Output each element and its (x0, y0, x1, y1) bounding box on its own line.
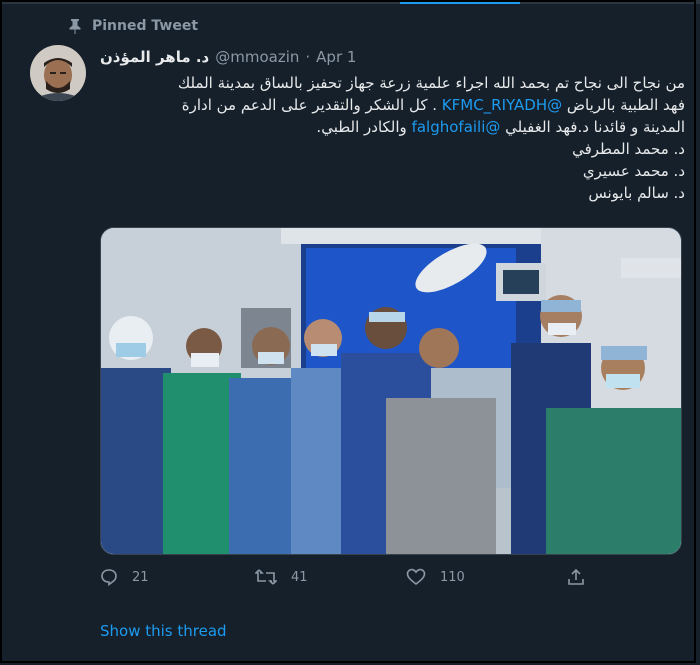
retweet-button[interactable]: 41 (255, 568, 308, 586)
tweet-text-fragment: . كل الشكر والتقدير على الدعم من ادارة (181, 96, 442, 114)
like-icon (406, 568, 426, 586)
user-handle[interactable]: @mmoazin (215, 48, 299, 66)
retweet-icon (255, 568, 277, 586)
reply-button[interactable]: 21 (100, 568, 149, 586)
reply-count: 21 (132, 569, 149, 585)
tweet-line: فهد الطبية بالرياض @KFMC_RIYADH . كل الش… (100, 94, 685, 116)
pin-icon (68, 18, 82, 34)
retweet-count: 41 (291, 569, 308, 585)
share-button[interactable] (566, 568, 586, 586)
tweet-text-fragment: والكادر الطبي. (316, 118, 412, 136)
separator-dot: · (305, 48, 311, 66)
like-button[interactable]: 110 (406, 568, 465, 586)
mention-falghofaili[interactable]: @falghofaili (412, 118, 501, 136)
tweet-line: المدينة و قائدنا د.فهد الغفيلي @falghofa… (100, 116, 685, 138)
tweet-text: من نجاح الى نجاح تم بحمد الله اجراء علمي… (100, 72, 685, 204)
tweet-text-fragment: فهد الطبية بالرياض (562, 96, 685, 114)
tweet-date[interactable]: Apr 1 (316, 48, 356, 66)
tweet-line: د. محمد المطرفي (572, 140, 685, 158)
show-thread-link[interactable]: Show this thread (100, 622, 227, 640)
tweet-line: د. محمد عسيري (582, 162, 685, 180)
reply-icon (100, 568, 118, 586)
like-count: 110 (440, 569, 465, 585)
pinned-label: Pinned Tweet (92, 18, 199, 34)
tweet-actions: 21 41 110 (100, 568, 600, 590)
tweet-text-fragment: المدينة و قائدنا د.فهد الغفيلي (500, 118, 685, 136)
mention-kfmc[interactable]: @KFMC_RIYADH (442, 96, 562, 114)
tweet-header: د. ماهر المؤذن @mmoazin · Apr 1 (100, 48, 680, 66)
tweet-line: د. سالم بايونس (588, 184, 685, 202)
display-name[interactable]: د. ماهر المؤذن (100, 48, 209, 66)
avatar[interactable] (30, 45, 86, 101)
share-icon (566, 568, 586, 586)
pinned-indicator: Pinned Tweet (68, 18, 198, 34)
tweet-photo[interactable] (100, 227, 682, 555)
tweet-line: من نجاح الى نجاح تم بحمد الله اجراء علمي… (177, 74, 685, 92)
